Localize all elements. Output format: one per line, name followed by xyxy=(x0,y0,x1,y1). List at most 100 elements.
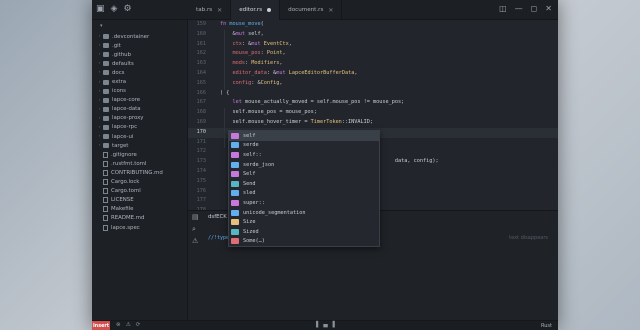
file-item[interactable]: LICENSE xyxy=(92,196,187,205)
folder-icon xyxy=(103,79,109,85)
file-icon xyxy=(103,224,108,231)
completion-item[interactable]: self xyxy=(229,131,379,141)
folder-icon xyxy=(103,124,109,130)
sync-icon[interactable]: ⟳ xyxy=(136,322,141,328)
folder-item[interactable]: › .git xyxy=(92,41,187,50)
line-number: 173 xyxy=(196,158,206,165)
folder-item[interactable]: › .github xyxy=(92,50,187,59)
file-item[interactable]: Cargo.toml xyxy=(92,187,187,196)
minimize-icon[interactable]: — xyxy=(515,3,523,15)
completion-item[interactable]: Size xyxy=(229,217,379,227)
code-line[interactable]: mods: Modifiers, xyxy=(220,59,439,69)
folder-item[interactable]: › icons xyxy=(92,87,187,96)
search-icon[interactable]: ⌕ xyxy=(192,225,196,234)
completion-item[interactable]: Sized xyxy=(229,227,379,237)
line-number: 166 xyxy=(196,89,206,96)
editor-tabs: tab.rs ✕ editor.rs document.rs ✕ xyxy=(188,0,343,20)
code-line[interactable]: &mut self, xyxy=(220,30,439,40)
close-icon[interactable]: ✕ xyxy=(328,7,333,14)
completion-item[interactable]: unicode_segmentation xyxy=(229,208,379,218)
folder-item[interactable]: › lapce-ui xyxy=(92,132,187,141)
completion-item[interactable]: Send xyxy=(229,179,379,189)
folder-icon xyxy=(103,106,109,112)
title-bar: ▣ ◈ ⚙ tab.rs ✕ editor.rs document.rs ✕ ◫… xyxy=(92,0,558,20)
toggle-bottom-panel-icon[interactable]: ▄ xyxy=(323,322,327,328)
toggle-left-panel-icon[interactable]: ▐ xyxy=(314,322,318,328)
close-icon[interactable]: ✕ xyxy=(217,7,222,14)
completion-item[interactable]: serde_json xyxy=(229,160,379,170)
code-line[interactable]: let mouse_actually_moved = self.mouse_po… xyxy=(220,98,439,108)
completion-item[interactable]: Self xyxy=(229,169,379,179)
completion-label: Size xyxy=(243,219,256,226)
chevron-right-icon: › xyxy=(98,79,101,85)
source-control-icon[interactable]: ◈ xyxy=(111,4,118,15)
completion-label: unicode_segmentation xyxy=(243,209,306,216)
maximize-icon[interactable]: ◻ xyxy=(531,3,538,15)
file-item[interactable]: Cargo.lock xyxy=(92,178,187,187)
explorer-icon[interactable]: ▣ xyxy=(96,4,105,15)
folder-item[interactable]: › lapce-data xyxy=(92,105,187,114)
chevron-right-icon: › xyxy=(98,52,101,58)
completion-kind-icon xyxy=(231,151,239,158)
folder-item[interactable]: › defaults xyxy=(92,59,187,68)
code-line[interactable]: self.mouse_pos = mouse_pos; xyxy=(220,108,439,118)
split-icon[interactable]: ◫ xyxy=(499,3,507,15)
tree-item-label: icons xyxy=(112,88,126,95)
tree-item-label: Cargo.lock xyxy=(111,179,140,186)
tree-item-label: lapce-ui xyxy=(112,133,134,140)
completion-item[interactable]: sled xyxy=(229,189,379,199)
completion-kind-icon xyxy=(231,161,239,168)
completion-label: super:: xyxy=(243,199,265,206)
status-panel-toggles: ▐ ▄ ▌ xyxy=(314,322,337,328)
folder-item[interactable]: › lapce-rpc xyxy=(92,123,187,132)
code-line[interactable]: ) { xyxy=(220,89,439,99)
file-icon xyxy=(103,160,108,167)
completion-item[interactable]: serde xyxy=(229,141,379,151)
tree-item-label: defaults xyxy=(112,60,134,67)
code-line[interactable]: fn mouse_move( xyxy=(220,20,439,30)
completion-label: Send xyxy=(243,180,256,187)
file-item[interactable]: Makefile xyxy=(92,205,187,214)
status-left-icons: ⊗ ⚠ ⟳ xyxy=(116,322,140,328)
code-line[interactable]: config: &Config, xyxy=(220,79,439,89)
code-line[interactable]: editor_data: &mut LapceEditorBufferData, xyxy=(220,69,439,79)
code-line[interactable]: mouse_pos: Point, xyxy=(220,49,439,59)
completion-item[interactable]: super:: xyxy=(229,198,379,208)
file-item[interactable]: .rustfmt.toml xyxy=(92,159,187,168)
explorer-root[interactable]: ▾ lapce xyxy=(92,20,187,32)
modified-dot-icon[interactable] xyxy=(267,8,272,12)
tree-item-label: .gitignore xyxy=(111,151,137,158)
folder-item[interactable]: › target xyxy=(92,141,187,150)
close-window-icon[interactable]: ✕ xyxy=(545,3,552,15)
folder-item[interactable]: › extra xyxy=(92,77,187,86)
folder-item[interactable]: › docs xyxy=(92,68,187,77)
tree-item-label: docs xyxy=(112,69,125,76)
folder-icon xyxy=(103,70,109,76)
file-tree: › .devcontainer › .git › .github › defaults › doc… xyxy=(92,32,187,232)
folder-item[interactable]: › lapce-core xyxy=(92,96,187,105)
tree-item-label: lapce-rpc xyxy=(112,124,138,131)
completion-item[interactable]: Some(…) xyxy=(229,237,379,247)
file-item[interactable]: CONTRIBUTING.md xyxy=(92,168,187,177)
tab-document-rs[interactable]: document.rs ✕ xyxy=(280,0,343,20)
file-item[interactable]: README.md xyxy=(92,214,187,223)
line-number: 163 xyxy=(196,60,206,67)
plugins-icon[interactable]: ⚙ xyxy=(123,4,131,15)
completion-item[interactable]: self:: xyxy=(229,150,379,160)
toggle-right-panel-icon[interactable]: ▌ xyxy=(333,322,337,328)
chevron-right-icon: › xyxy=(98,70,101,76)
code-line[interactable]: self.mouse_hover_timer = TimerToken::INV… xyxy=(220,118,439,128)
code-line[interactable]: ctx: &mut EventCtx, xyxy=(220,40,439,50)
folder-icon xyxy=(103,43,109,49)
problems-icon[interactable]: ⚠ xyxy=(192,237,198,245)
file-item[interactable]: .gitignore xyxy=(92,150,187,159)
folder-item[interactable]: › lapce-proxy xyxy=(92,114,187,123)
file-item[interactable]: lapce.spec xyxy=(92,223,187,232)
folder-item[interactable]: › .devcontainer xyxy=(92,32,187,41)
error-icon[interactable]: ⊗ xyxy=(116,322,121,328)
language-indicator[interactable]: Rust xyxy=(541,323,552,329)
terminal-icon[interactable]: ▤ xyxy=(192,213,199,221)
warning-icon[interactable]: ⚠ xyxy=(126,322,131,328)
tab-editor-rs[interactable]: editor.rs xyxy=(231,0,281,20)
tab-tab-rs[interactable]: tab.rs ✕ xyxy=(188,0,232,20)
